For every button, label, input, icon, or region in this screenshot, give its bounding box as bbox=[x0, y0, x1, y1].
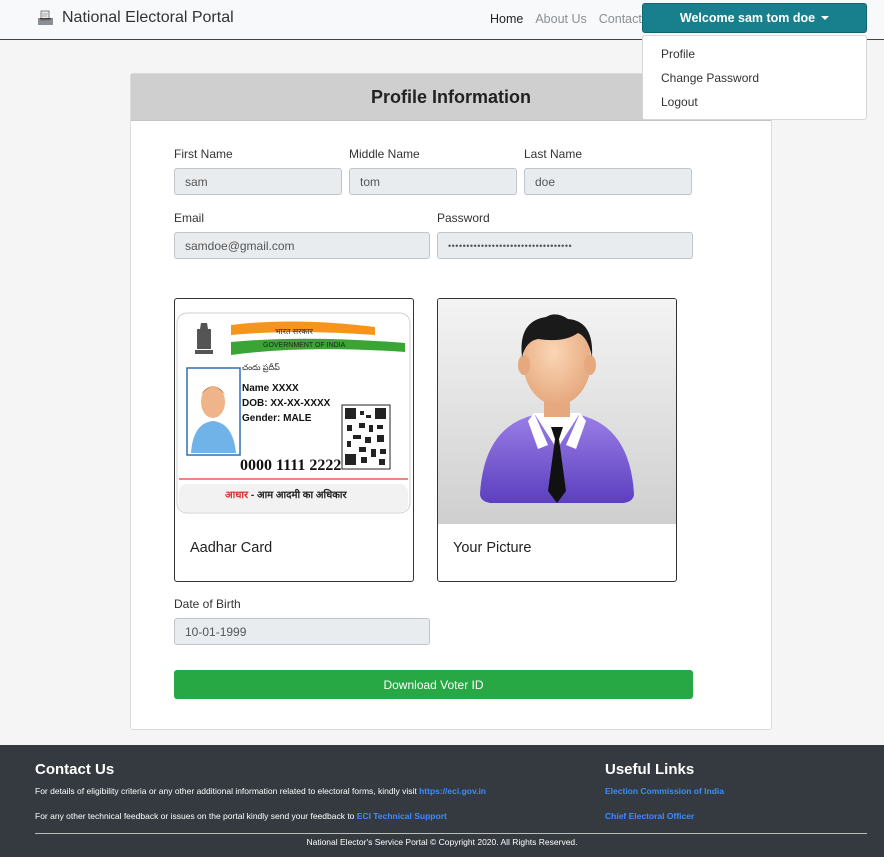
aadhar-gender: Gender: MALE bbox=[242, 413, 312, 424]
brand-title: National Electoral Portal bbox=[62, 9, 234, 26]
picture-card[interactable]: Your Picture bbox=[437, 298, 677, 582]
aadhar-caption: Aadhar Card bbox=[190, 540, 273, 556]
aadhar-card[interactable]: भारत सरकार GOVERNMENT OF INDIA చందు ప్రద… bbox=[174, 298, 414, 582]
brand[interactable]: National Electoral Portal bbox=[37, 9, 234, 27]
aadhar-telugu-name: చందు ప్రదీప్ bbox=[242, 363, 280, 372]
email-label: Email bbox=[174, 211, 205, 225]
caret-down-icon bbox=[821, 16, 830, 20]
nav-about[interactable]: About Us bbox=[535, 12, 586, 26]
user-menu-button[interactable]: Welcome sam tom doe bbox=[642, 3, 867, 33]
contact-line-2-text: For any other technical feedback or issu… bbox=[35, 811, 357, 821]
password-field[interactable]: •••••••••••••••••••••••••••••••••• bbox=[437, 232, 693, 259]
password-label: Password bbox=[437, 211, 490, 225]
first-name-field[interactable]: sam bbox=[174, 168, 342, 195]
nav-home[interactable]: Home bbox=[490, 12, 523, 26]
dob-field[interactable]: 10-01-1999 bbox=[174, 618, 430, 645]
eci-support-link[interactable]: ECI Technical Support bbox=[357, 811, 447, 821]
contact-line-1: For details of eligibility criteria or a… bbox=[35, 786, 486, 796]
eci-website-link[interactable]: https://eci.gov.in bbox=[419, 786, 486, 796]
user-dropdown-menu: Profile Change Password Logout bbox=[642, 35, 867, 120]
middle-name-field[interactable]: tom bbox=[349, 168, 517, 195]
aadhar-number: 0000 1111 2222 bbox=[240, 457, 342, 474]
welcome-label: Welcome sam tom doe bbox=[679, 11, 816, 25]
useful-link-eci[interactable]: Election Commission of India bbox=[605, 786, 724, 796]
last-name-field[interactable]: doe bbox=[524, 168, 692, 195]
copyright: National Elector's Service Portal © Copy… bbox=[306, 837, 578, 847]
aadhar-dob: DOB: XX-XX-XXXX bbox=[242, 398, 331, 409]
avatar-image bbox=[438, 299, 676, 524]
last-name-label: Last Name bbox=[524, 147, 583, 161]
aadhar-govt-hindi: भारत सरकार bbox=[275, 327, 313, 336]
useful-link-ceo[interactable]: Chief Electoral Officer bbox=[605, 811, 694, 821]
nav-contact[interactable]: Contact bbox=[599, 12, 642, 26]
footer-divider bbox=[35, 833, 867, 834]
aadhar-tagline: आधार - आम आदमी का अधिकार bbox=[225, 487, 347, 501]
useful-links-title: Useful Links bbox=[605, 761, 695, 778]
picture-caption: Your Picture bbox=[453, 540, 532, 556]
aadhar-tagline-text: - आम आदमी का अधिकार bbox=[248, 490, 347, 501]
menu-item-change-password[interactable]: Change Password bbox=[643, 71, 866, 95]
nav-links: Home About Us Contact bbox=[490, 12, 654, 26]
ballot-box-icon bbox=[38, 10, 53, 25]
menu-item-profile[interactable]: Profile bbox=[643, 47, 866, 71]
first-name-label: First Name bbox=[174, 147, 233, 161]
navbar: National Electoral Portal Home About Us … bbox=[0, 0, 884, 40]
download-voter-id-button[interactable]: Download Voter ID bbox=[174, 670, 693, 699]
aadhar-govt-english: GOVERNMENT OF INDIA bbox=[263, 342, 346, 349]
email-field[interactable]: samdoe@gmail.com bbox=[174, 232, 430, 259]
aadhar-tagline-red: आधार bbox=[225, 490, 249, 501]
footer: Contact Us For details of eligibility cr… bbox=[0, 745, 884, 857]
menu-item-logout[interactable]: Logout bbox=[643, 95, 866, 119]
aadhar-name: Name XXXX bbox=[242, 383, 299, 394]
contact-line-1-text: For details of eligibility criteria or a… bbox=[35, 786, 420, 796]
contact-title: Contact Us bbox=[35, 761, 115, 778]
dob-label: Date of Birth bbox=[174, 597, 241, 611]
contact-line-2: For any other technical feedback or issu… bbox=[35, 811, 447, 821]
middle-name-label: Middle Name bbox=[349, 147, 420, 161]
profile-card: Profile Information First Name sam Middl… bbox=[130, 73, 772, 730]
